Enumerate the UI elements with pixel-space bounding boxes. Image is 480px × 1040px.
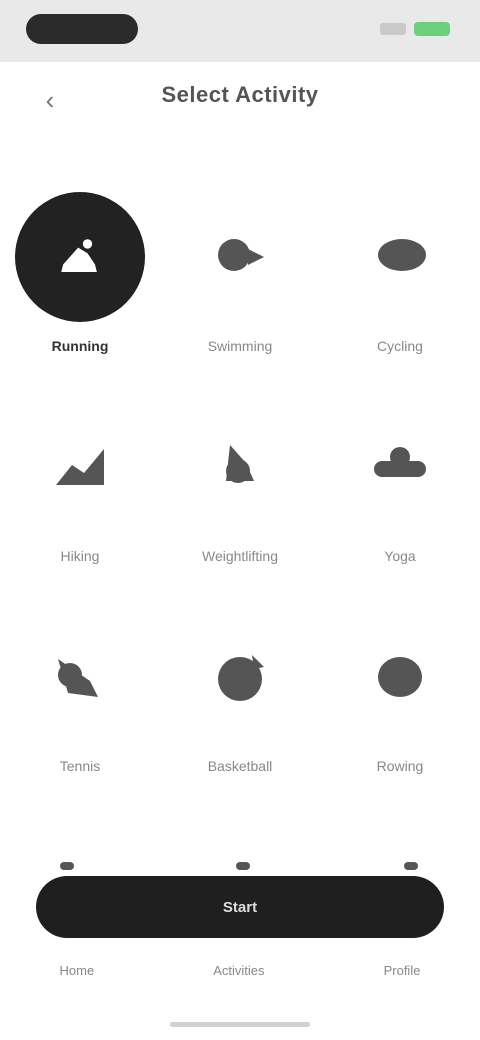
hiking-icon [35, 422, 125, 512]
rowing-icon [355, 632, 445, 722]
activity-option[interactable]: Cycling [320, 180, 480, 380]
signal-icon [380, 23, 406, 35]
tab-activities[interactable]: Activities [213, 963, 264, 978]
activity-label: Weightlifting [201, 548, 278, 564]
tennis-icon [35, 632, 125, 722]
page-title: Select Activity [161, 82, 319, 107]
activity-label: Tennis [59, 758, 101, 774]
battery-icon [414, 22, 450, 36]
basketball-icon [195, 632, 285, 722]
page-dot [404, 862, 418, 870]
activity-label: Rowing [376, 758, 424, 774]
activity-option[interactable]: Tennis [0, 600, 160, 800]
page-dot [60, 862, 74, 870]
activity-label: Cycling [377, 338, 423, 354]
status-bar [0, 0, 480, 62]
activity-label: Running [51, 338, 109, 354]
bike-icon [355, 212, 445, 302]
activity-option[interactable]: Weightlifting [160, 390, 320, 590]
activity-label: Yoga [384, 548, 416, 564]
activity-option[interactable]: Swimming [160, 180, 320, 380]
time-pill [26, 14, 138, 44]
bottom-tabs: Home Activities Profile [0, 950, 480, 990]
yoga-icon [355, 422, 445, 512]
activity-label: Basketball [207, 758, 273, 774]
top-bar: ‹ Select Activity [0, 62, 480, 132]
tab-profile[interactable]: Profile [384, 963, 421, 978]
start-button[interactable]: Start [36, 876, 444, 938]
activity-option[interactable]: Running [0, 180, 160, 380]
activity-option[interactable]: Yoga [320, 390, 480, 590]
activity-option[interactable]: Hiking [0, 390, 160, 590]
activity-label: Swimming [207, 338, 273, 354]
tab-home[interactable]: Home [60, 963, 95, 978]
activity-option[interactable]: Basketball [160, 600, 320, 800]
start-button-label: Start [222, 898, 258, 916]
activity-label: Hiking [60, 548, 100, 564]
page-indicator [0, 858, 480, 878]
status-indicators [380, 22, 450, 36]
dumbbell-icon [195, 422, 285, 512]
swim-icon [195, 212, 285, 302]
home-indicator [170, 1022, 310, 1027]
activity-option[interactable]: Rowing [320, 600, 480, 800]
running-shoe-icon [15, 192, 145, 322]
page-dot [236, 862, 250, 870]
